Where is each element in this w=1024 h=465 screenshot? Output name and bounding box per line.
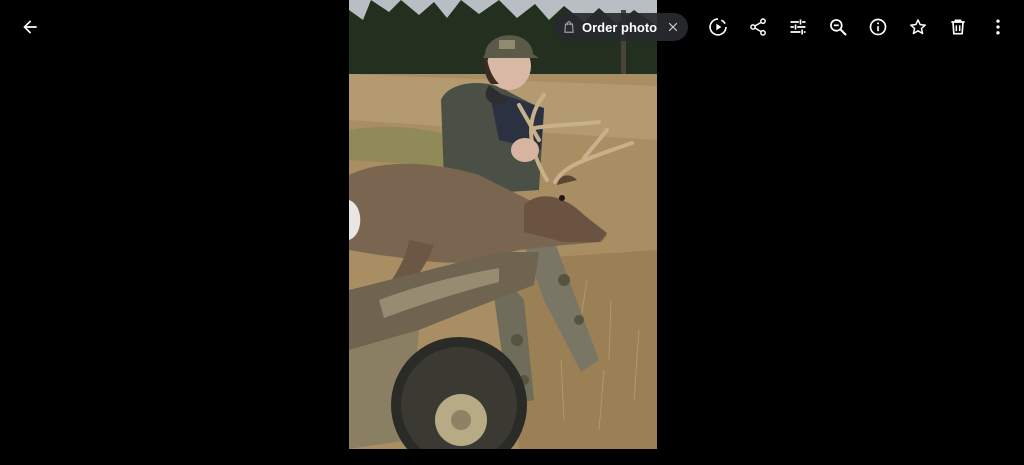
info-icon (869, 18, 887, 36)
star-outline-icon (910, 19, 926, 35)
favorite-button[interactable] (902, 11, 934, 43)
photo-illustration (349, 0, 657, 449)
photo-viewer: Order photo (0, 0, 1024, 465)
share-icon (750, 18, 766, 36)
shopping-bag-icon (564, 21, 574, 33)
share-button[interactable] (742, 11, 774, 43)
order-photo-chip[interactable]: Order photo (554, 13, 689, 41)
photo-image[interactable] (349, 0, 657, 449)
top-toolbar (702, 11, 1014, 43)
trash-icon (951, 19, 965, 35)
tune-icon (790, 19, 806, 35)
slideshow-button[interactable] (702, 11, 734, 43)
arrow-back-icon (23, 20, 37, 34)
zoom-out-icon (830, 19, 847, 36)
close-icon (669, 22, 678, 32)
zoom-out-button[interactable] (822, 11, 854, 43)
edit-button[interactable] (782, 11, 814, 43)
play-circle-icon (709, 18, 727, 36)
delete-button[interactable] (942, 11, 974, 43)
info-button[interactable] (862, 11, 894, 43)
order-photo-label: Order photo (582, 19, 658, 35)
more-options-button[interactable] (982, 11, 1014, 43)
back-button[interactable] (14, 11, 46, 43)
more-vert-icon (996, 19, 1000, 35)
chip-close-button[interactable] (667, 21, 679, 33)
